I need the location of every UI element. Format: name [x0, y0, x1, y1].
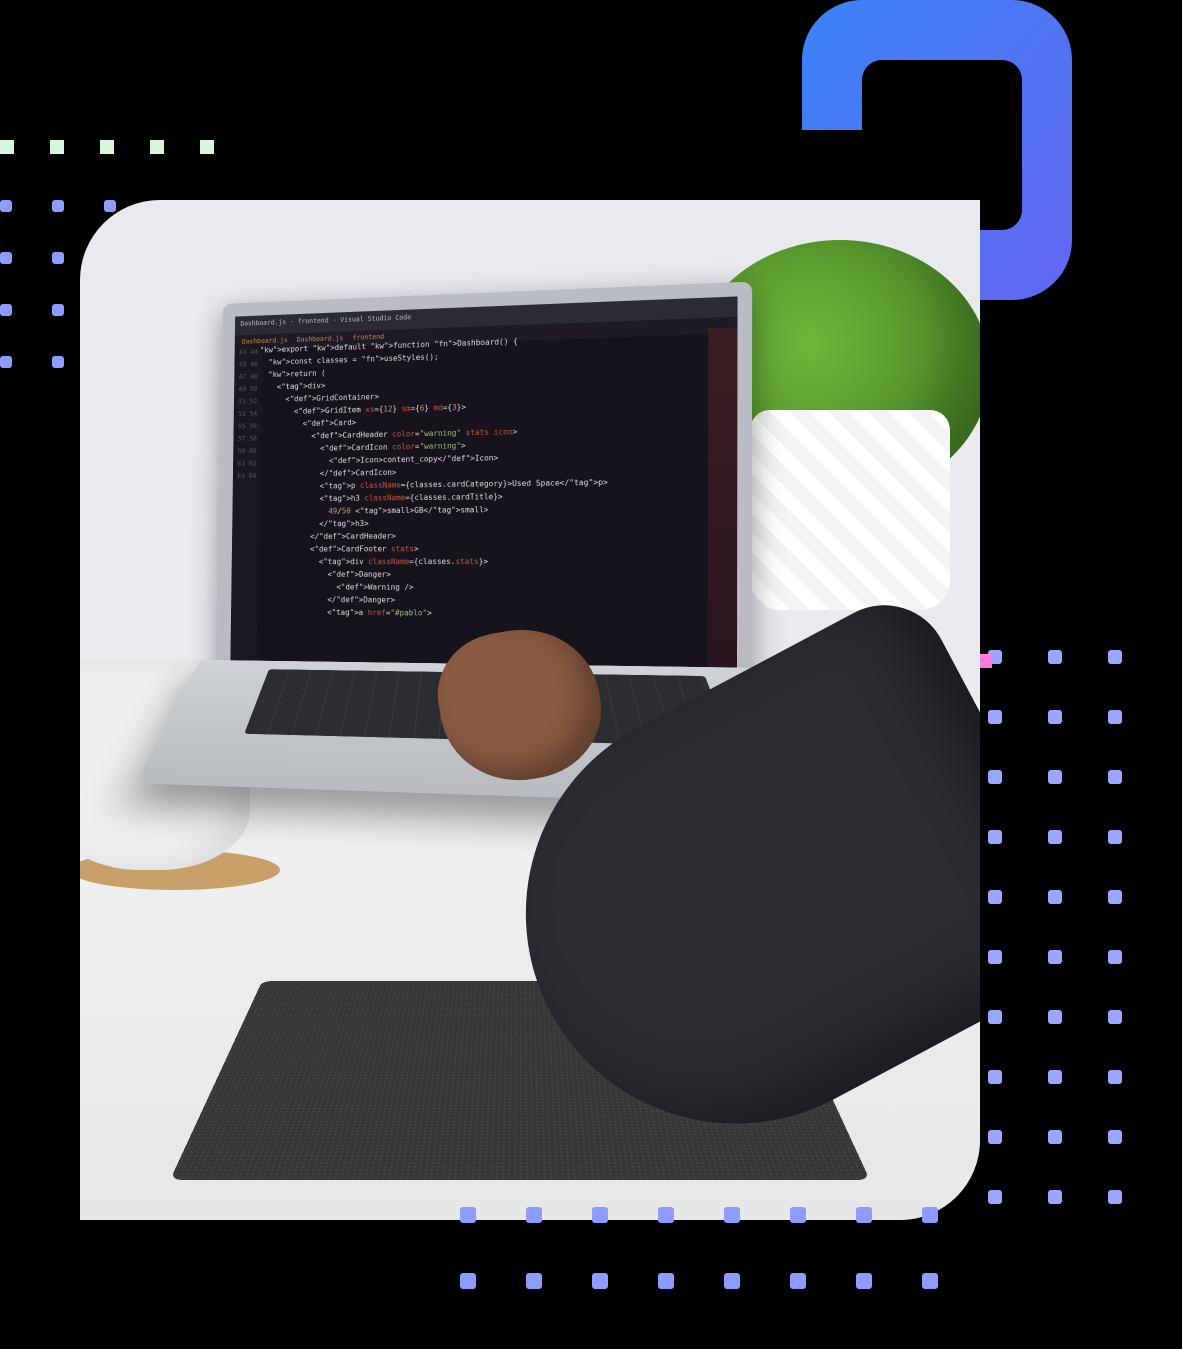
dot-grid-bottom-blue	[460, 1207, 938, 1289]
photo-card: Dashboard.js - frontend - Visual Studio …	[80, 200, 980, 1220]
dot-pink	[978, 654, 992, 668]
hero-graphic: Dashboard.js - frontend - Visual Studio …	[0, 0, 1182, 1349]
code-editor: Dashboard.js - frontend - Visual Studio …	[230, 296, 737, 667]
dot-grid-green	[0, 140, 214, 154]
laptop-screen: Dashboard.js - frontend - Visual Studio …	[218, 282, 753, 683]
code-content: "kw">export "kw">default "kw">function "…	[256, 328, 707, 667]
dot-grid-right-blue	[988, 650, 1122, 1204]
minimap	[708, 327, 738, 667]
